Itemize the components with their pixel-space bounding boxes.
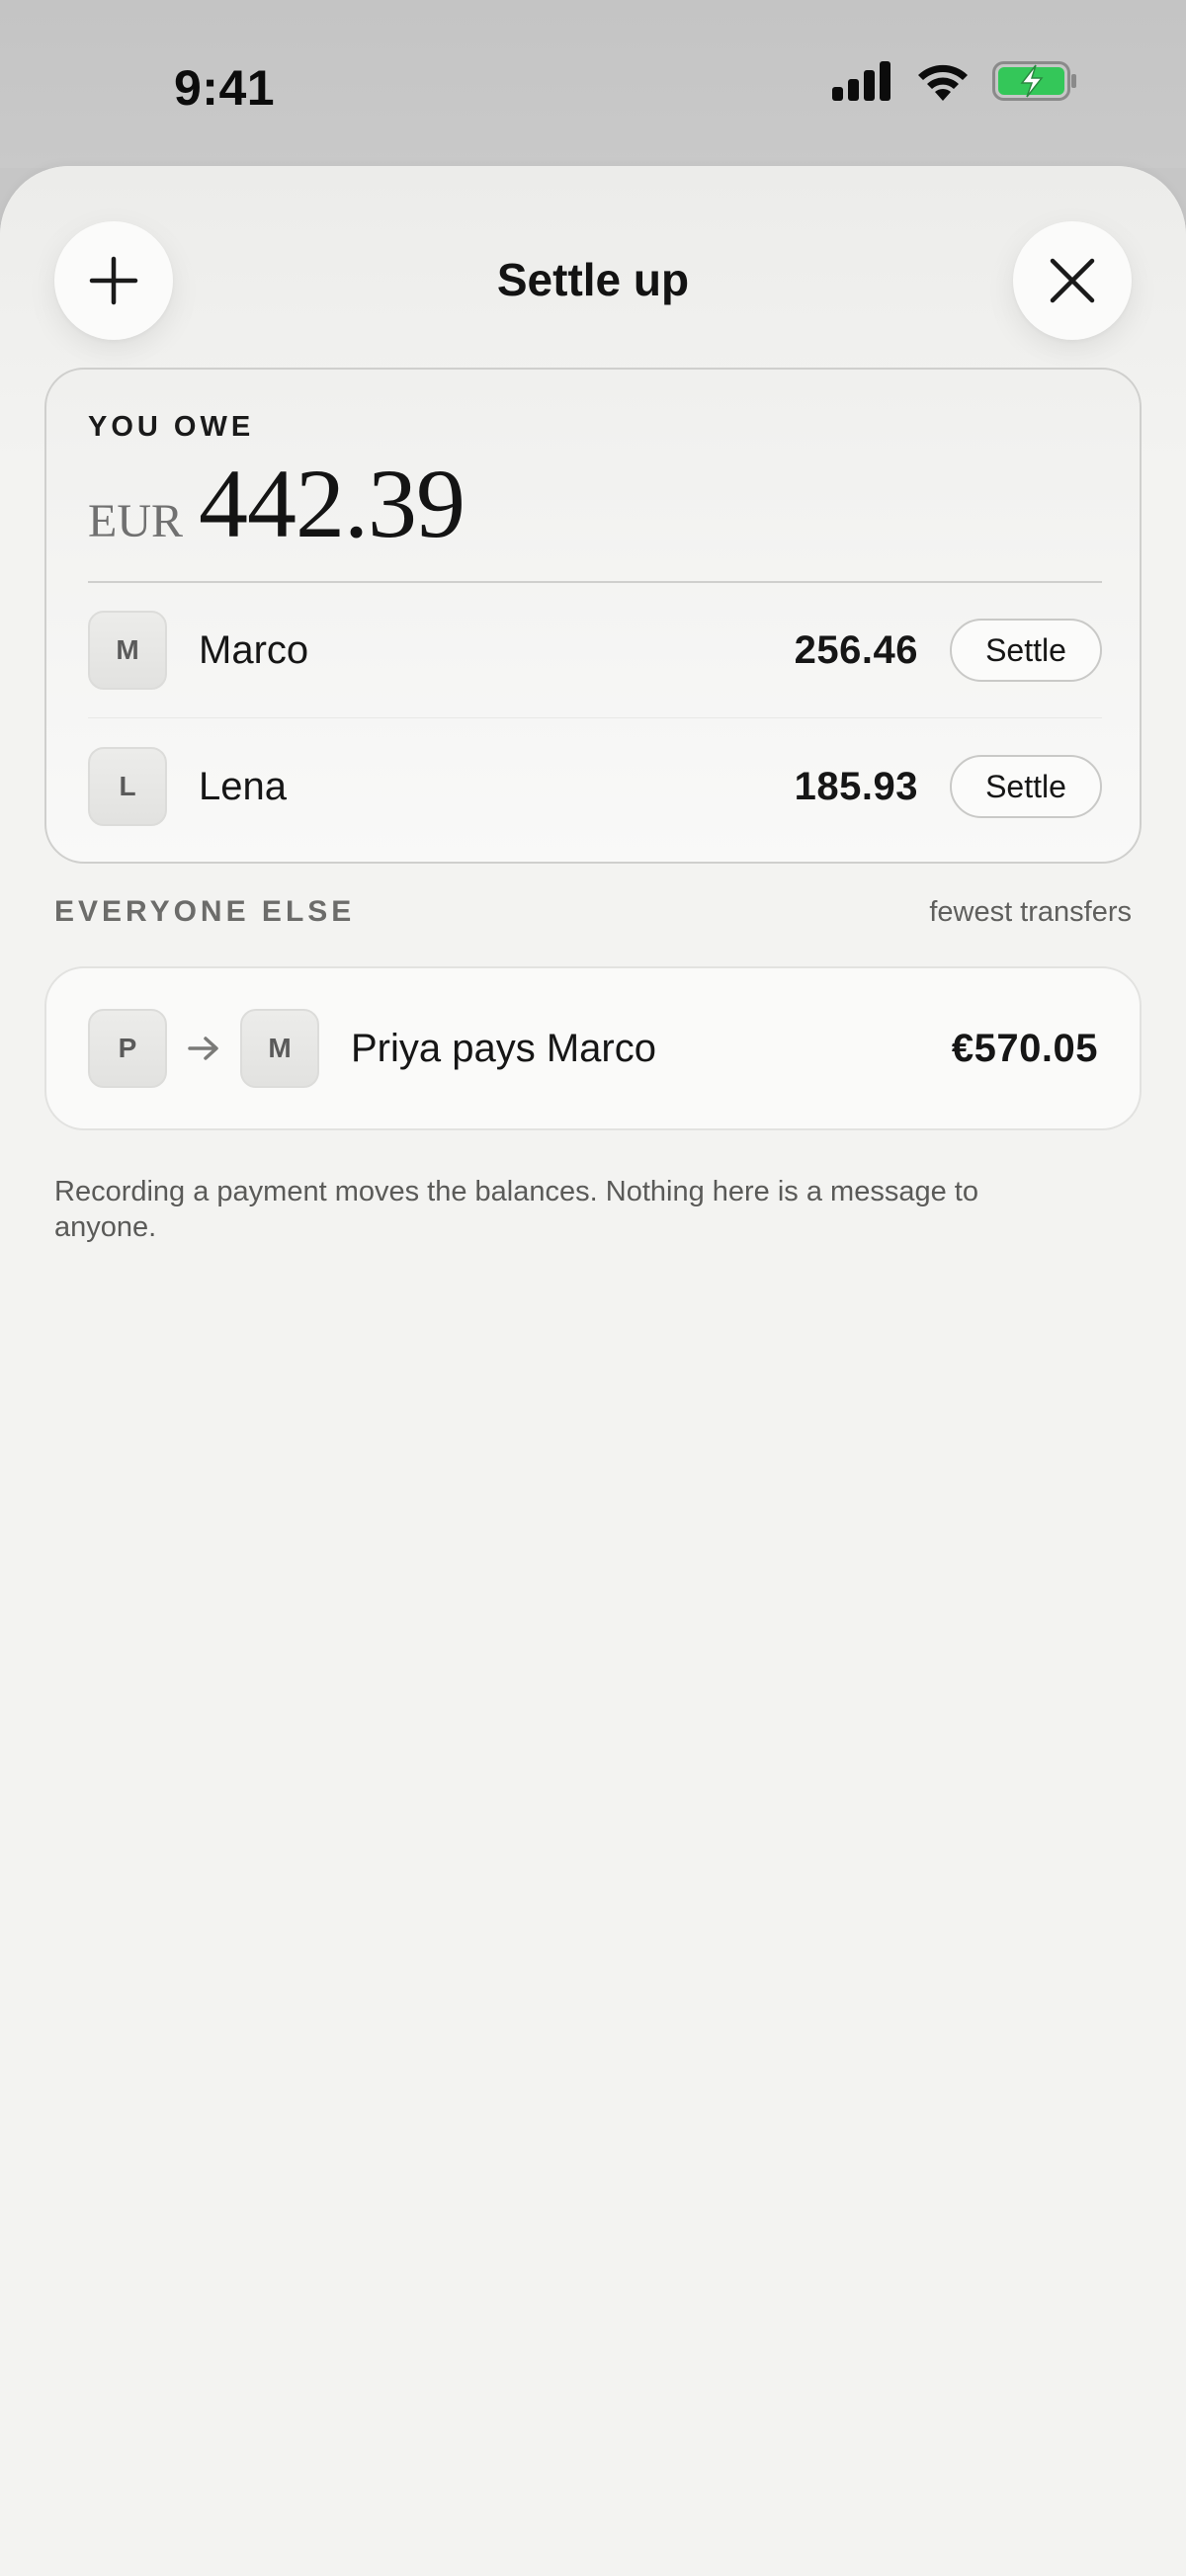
transfer-row[interactable]: P M Priya pays Marco €570.05 (44, 966, 1142, 1130)
close-icon (1050, 258, 1095, 303)
close-button[interactable] (1013, 221, 1132, 340)
status-time: 9:41 (174, 60, 276, 116)
avatar: M (88, 611, 167, 690)
arrow-right-icon (187, 1035, 220, 1062)
signal-icon (832, 61, 890, 101)
status-bar: 9:41 (0, 0, 1186, 168)
transfer-amount: €570.05 (951, 1026, 1098, 1070)
status-icons (832, 61, 1077, 101)
footnote: Recording a payment moves the balances. … (54, 1176, 978, 1243)
wifi-icon (918, 64, 968, 101)
avatar-from: P (88, 1009, 167, 1088)
owe-currency: EUR (88, 495, 183, 547)
you-owe-card: YOU OWE EUR 442.39 M Marco 256.46 Settle… (44, 368, 1142, 864)
row-divider (88, 717, 1102, 718)
transfer-description: Priya pays Marco (351, 1026, 656, 1070)
settle-lena-button[interactable]: Settle (950, 755, 1102, 818)
everyone-else-header: EVERYONE ELSE fewest transfers (54, 895, 1132, 929)
divider (88, 581, 1102, 583)
owe-total-value: 442.39 (199, 449, 466, 558)
person-name: Marco (199, 627, 309, 672)
settle-marco-button[interactable]: Settle (950, 619, 1102, 682)
debt-row-marco: M Marco 256.46 Settle (88, 611, 1102, 690)
you-owe-total: EUR 442.39 (88, 447, 466, 560)
debt-row-lena: L Lena 185.93 Settle (88, 747, 1102, 826)
section-hint: fewest transfers (929, 895, 1132, 928)
person-amount: 256.46 (794, 627, 918, 672)
person-amount: 185.93 (794, 764, 918, 808)
settle-up-sheet: Settle up YOU OWE EUR 442.39 M Marco 256… (0, 166, 1186, 2576)
avatar: L (88, 747, 167, 826)
avatar-to: M (240, 1009, 319, 1088)
person-name: Lena (199, 764, 287, 808)
page-title: Settle up (496, 254, 690, 305)
you-owe-label: YOU OWE (88, 411, 255, 443)
section-title: EVERYONE ELSE (54, 895, 356, 928)
battery-charging-icon (992, 61, 1076, 101)
